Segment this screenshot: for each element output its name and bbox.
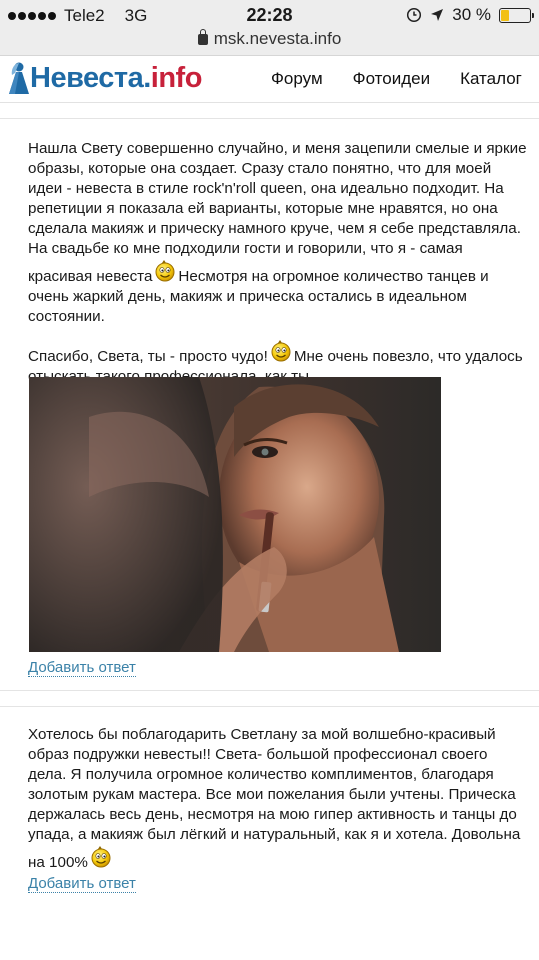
review-text: Хотелось бы поблагодарить Светлану за мо… [28,725,528,873]
alarm-icon [407,7,422,23]
address-bar[interactable]: msk.nevesta.info [0,29,539,49]
bride-logo-icon [9,62,29,94]
review-photo[interactable] [29,377,441,652]
status-bar: Tele2 3G 22:28 30 % msk.nevesta.info [0,0,539,56]
add-reply-link[interactable]: Добавить ответ [28,875,136,893]
logo-text-nevesta: Невеста. [30,61,151,94]
smiley-icon [154,259,176,283]
lock-icon [197,29,208,45]
smiley-icon [270,339,292,363]
smiley-icon [90,845,112,869]
main-nav: Форум Фотоидеи Каталог [271,69,522,89]
review-card: Хотелось бы поблагодарить Светлану за мо… [0,706,539,960]
add-reply-link[interactable]: Добавить ответ [28,659,136,677]
site-logo[interactable]: Невеста.info [8,61,202,95]
battery-icon [499,7,534,23]
nav-photo-ideas[interactable]: Фотоидеи [353,69,430,89]
location-arrow-icon [431,9,444,21]
logo-text-info: info [150,61,203,94]
review-card: Нашла Свету совершенно случайно, и меня … [0,118,539,691]
review-text-part: Нашла Свету совершенно случайно, и меня … [28,140,527,285]
nav-forum[interactable]: Форум [271,69,323,89]
nav-catalog[interactable]: Каталог [460,69,522,89]
review-text-part: Спасибо, Света, ты - просто чудо! [28,348,268,365]
divider [0,690,539,691]
url-text: msk.nevesta.info [213,29,342,48]
battery-percent: 30 % [452,5,491,24]
site-header: Невеста.info Форум Фотоидеи Каталог [0,57,539,103]
review-text: Нашла Свету совершенно случайно, и меня … [28,139,528,387]
